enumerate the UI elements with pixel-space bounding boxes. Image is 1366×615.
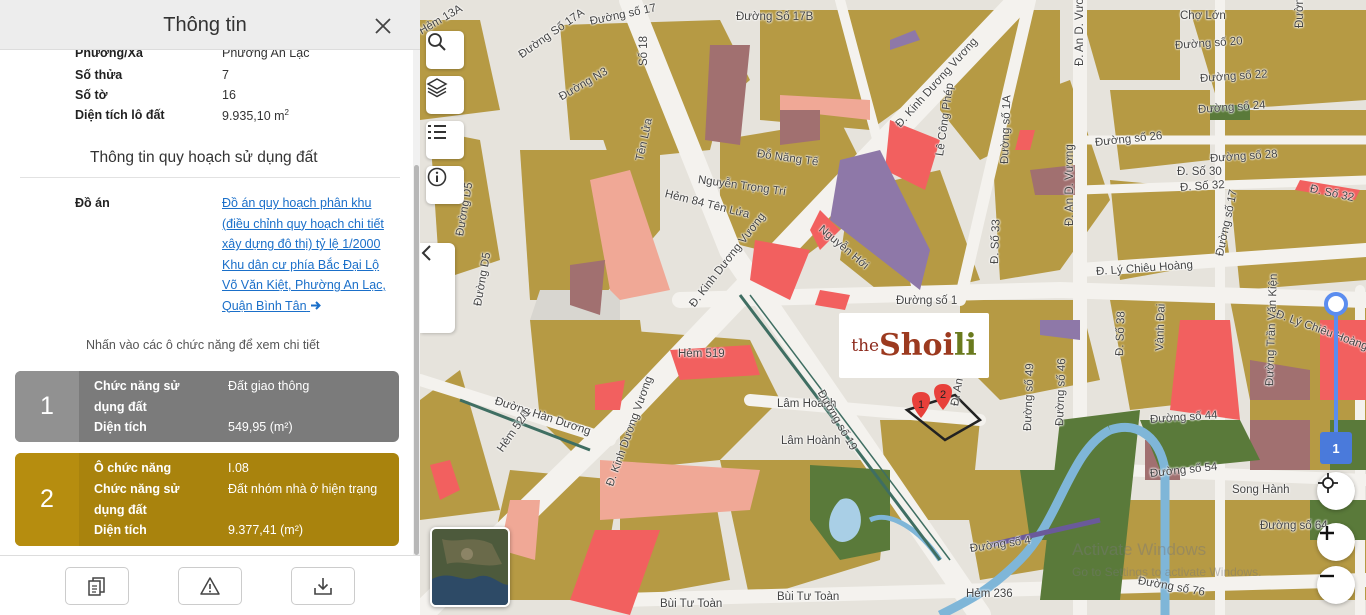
map-canvas[interactable]: 1 2 Đường Số 17A Đường số 17 Đường Số 17… xyxy=(420,0,1366,615)
os-activation-watermark: Activate Windows xyxy=(1072,540,1207,559)
street-label: Đ. Số 30 xyxy=(1177,166,1222,178)
street-label: Đường số 46 xyxy=(1054,358,1069,427)
logo-watermark: the Shoi li xyxy=(839,313,989,378)
info-button[interactable] xyxy=(426,166,464,204)
street-label: Đ. Số 33 xyxy=(989,219,1003,265)
search-icon xyxy=(428,33,446,51)
card-key: Ô chức năng xyxy=(94,461,172,475)
info-label: Diện tích lô đất xyxy=(75,108,165,122)
layers-icon xyxy=(426,78,448,98)
land-use-card-2[interactable]: 2 Ô chức năng I.08 Chức năng sử dụng đất… xyxy=(15,453,399,546)
street-label: Bùi Tư Toàn xyxy=(660,598,723,610)
card-value: 549,95 (m²) xyxy=(228,420,293,434)
hint-text: Nhấn vào các ô chức năng để xem chi tiết xyxy=(86,338,320,352)
zoom-in-button[interactable] xyxy=(1317,523,1355,561)
plus-icon xyxy=(1320,526,1334,540)
street-label: Lâm Hoành xyxy=(781,435,841,447)
svg-text:1: 1 xyxy=(918,399,924,411)
scrollbar-thumb[interactable] xyxy=(414,165,419,555)
card-key: Diện tích xyxy=(94,420,147,434)
info-panel: Thông tin Phường/Xã Phường An Lạc Số thử… xyxy=(0,0,420,615)
collapse-panel-button[interactable] xyxy=(420,243,455,333)
export-pdf-button[interactable] xyxy=(65,567,129,605)
logo-text-li: li xyxy=(953,328,977,363)
report-issue-button[interactable] xyxy=(178,567,242,605)
street-label: Đường Số 17B xyxy=(736,11,814,23)
land-use-card-1[interactable]: 1 Chức năng sử dụng đất Đất giao thông D… xyxy=(15,371,399,442)
card-number: 1 xyxy=(15,371,79,442)
info-value: Phường An Lạc xyxy=(222,50,310,60)
panel-body: Phường/Xã Phường An Lạc Số thửa 7 Số tờ … xyxy=(0,50,413,555)
document-copy-icon xyxy=(88,577,105,596)
street-label: Song Hành xyxy=(1232,484,1290,496)
info-value: 16 xyxy=(222,88,236,102)
street-label: Đường Số 16 xyxy=(1294,0,1306,28)
card-value: I.08 xyxy=(228,461,249,475)
street-label: Đ. An D. Vương xyxy=(1074,0,1086,66)
card-value: 9.377,41 (m²) xyxy=(228,523,304,537)
plan-link[interactable]: Đồ án quy hoạch phân khu (điều chỉnh quy… xyxy=(222,193,392,316)
close-button[interactable] xyxy=(372,15,394,37)
satellite-thumbnail xyxy=(432,529,508,605)
info-value: 7 xyxy=(222,68,229,82)
list-icon xyxy=(428,125,446,139)
panel-header: Thông tin xyxy=(0,0,420,50)
info-icon xyxy=(427,167,447,187)
layers-button[interactable] xyxy=(426,76,464,114)
card-number: 2 xyxy=(15,453,79,546)
scale-badge: 1 xyxy=(1320,432,1352,464)
card-key: Chức năng sử dụng đất xyxy=(94,379,180,414)
street-label: Bùi Tư Toàn xyxy=(777,591,840,603)
street-label: Vành Đai xyxy=(1154,303,1168,352)
info-value: 9.935,10 m2 xyxy=(222,108,289,124)
logo-text-the: the xyxy=(851,335,880,356)
card-value: Đất nhóm nhà ở hiện trạng xyxy=(228,482,378,496)
street-label: Số 18 xyxy=(638,35,650,66)
section-title: Thông tin quy hoạch sử dụng đất xyxy=(20,149,400,178)
info-label: Phường/Xã xyxy=(75,50,143,60)
scale-slider-track[interactable] xyxy=(1334,314,1338,434)
street-label: Đường số 1 xyxy=(896,295,958,307)
street-label: Hẻm 519 xyxy=(678,348,725,360)
chevron-left-icon xyxy=(421,245,431,261)
street-label: Chợ Lớn xyxy=(1180,10,1226,22)
download-icon xyxy=(314,578,332,595)
satellite-minimap-toggle[interactable] xyxy=(430,527,510,607)
minus-icon xyxy=(1320,574,1334,578)
close-icon xyxy=(375,18,391,34)
plan-label: Đồ án xyxy=(75,196,110,210)
street-label: Đường số 1A xyxy=(999,94,1014,165)
street-label: Hẻm 236 xyxy=(966,588,1013,600)
info-label: Số tờ xyxy=(75,88,108,102)
panel-scrollbar[interactable] xyxy=(413,50,420,555)
logo-text-shoi: Shoi xyxy=(879,328,954,363)
search-button[interactable] xyxy=(426,31,464,69)
locate-button[interactable] xyxy=(1317,472,1355,510)
zoom-out-button[interactable] xyxy=(1317,566,1355,604)
svg-text:2: 2 xyxy=(940,389,946,401)
panel-footer xyxy=(0,555,420,615)
card-value: Đất giao thông xyxy=(228,379,310,393)
warning-icon xyxy=(200,577,220,595)
os-activation-watermark-sub: Go to Settings to activate Windows. xyxy=(1072,565,1262,579)
street-label: Đ. An D. Vương xyxy=(1064,144,1076,226)
download-button[interactable] xyxy=(291,567,355,605)
card-key: Diện tích xyxy=(94,523,147,537)
street-label: Đ. Số 38 xyxy=(1114,311,1128,357)
location-pin-handle[interactable] xyxy=(1324,292,1348,316)
crosshair-icon xyxy=(1318,473,1338,493)
card-key: Chức năng sử dụng đất xyxy=(94,482,180,517)
panel-title: Thông tin xyxy=(163,14,247,36)
info-label: Số thửa xyxy=(75,68,123,82)
street-label: Đường số 49 xyxy=(1022,363,1037,432)
legend-button[interactable] xyxy=(426,121,464,159)
arrow-right-icon xyxy=(311,300,321,310)
